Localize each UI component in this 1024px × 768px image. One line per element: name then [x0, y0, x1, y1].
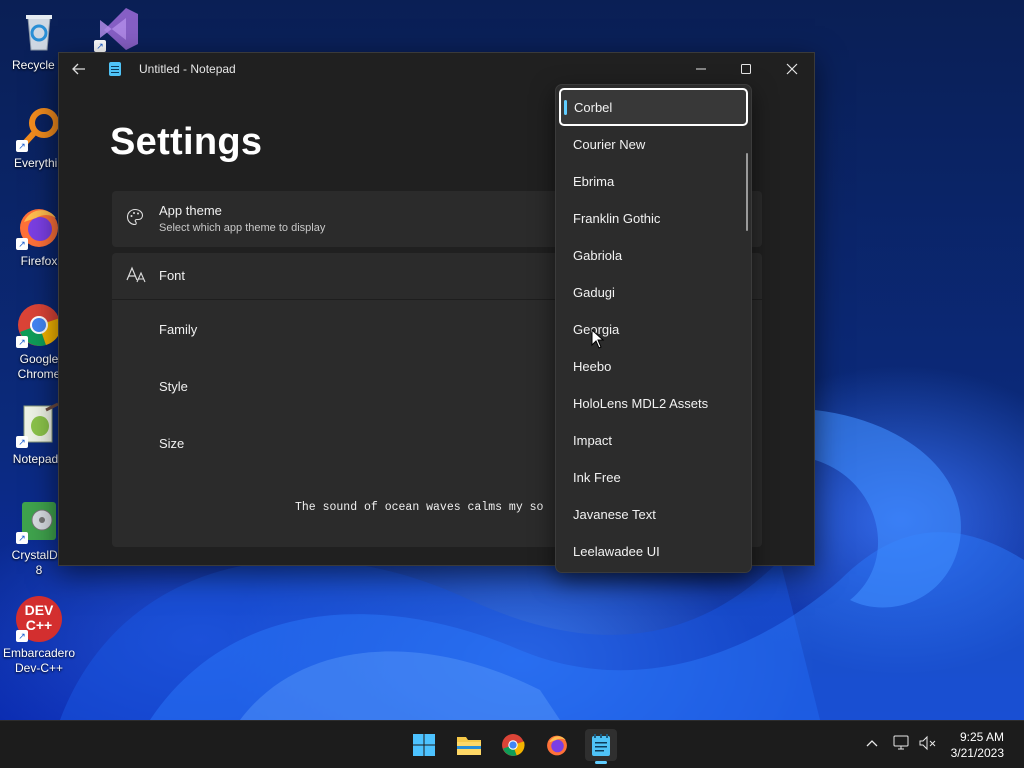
font-option[interactable]: HoloLens MDL2 Assets: [560, 385, 749, 421]
recycle-bin-icon: [16, 8, 62, 54]
desktop-icon-label: Dev-C++: [14, 661, 64, 675]
taskbar-notepad[interactable]: [585, 729, 617, 764]
firefox-icon: [547, 735, 567, 756]
dropdown-scrollbar[interactable]: [746, 153, 748, 231]
taskbar: 9:25 AM 3/21/2023: [0, 720, 1024, 768]
desktop-icon-visual-studio[interactable]: ↗: [78, 6, 156, 56]
font-family-dropdown[interactable]: Corbel Courier New Ebrima Franklin Gothi…: [555, 84, 752, 573]
chrome-icon: ↗: [16, 302, 62, 348]
mouse-cursor-icon: [591, 329, 605, 349]
minimize-button[interactable]: [678, 53, 724, 85]
font-option[interactable]: Gadugi: [560, 274, 749, 310]
font-icon: [126, 266, 146, 286]
tray-overflow-chevron-icon[interactable]: [866, 735, 878, 750]
font-option[interactable]: Ebrima: [560, 163, 749, 199]
volume-muted-icon[interactable]: [919, 735, 937, 751]
settings-heading: Settings: [110, 121, 263, 163]
font-size-label: Size: [159, 436, 185, 451]
back-button[interactable]: [59, 53, 99, 85]
dev-cpp-icon: DEV C++ ↗: [16, 596, 62, 642]
everything-search-icon: ↗: [16, 106, 62, 152]
font-option[interactable]: Leelawadee UI: [560, 533, 749, 569]
font-option[interactable]: Georgia: [560, 311, 749, 347]
app-theme-subtitle: Select which app theme to display: [159, 222, 326, 234]
visual-studio-icon: ↗: [94, 6, 140, 52]
start-icon: [413, 734, 435, 756]
font-option[interactable]: Gabriola: [560, 237, 749, 273]
firefox-icon: ↗: [16, 204, 62, 250]
font-option[interactable]: Corbel: [559, 88, 748, 126]
font-title: Font: [159, 268, 186, 283]
font-family-label: Family: [159, 322, 198, 337]
close-icon: [786, 63, 798, 75]
font-preview-text: The sound of ocean waves calms my so: [295, 501, 544, 514]
font-option[interactable]: Courier New: [560, 126, 749, 162]
taskbar-chrome[interactable]: [497, 729, 529, 761]
app-theme-title: App theme: [159, 203, 222, 218]
taskbar-file-explorer[interactable]: [453, 729, 485, 761]
font-option[interactable]: Impact: [560, 422, 749, 458]
font-option[interactable]: Ink Free: [560, 459, 749, 495]
notepad-app-icon: [109, 62, 121, 76]
maximize-button[interactable]: [723, 53, 769, 85]
font-option[interactable]: Heebo: [560, 348, 749, 384]
notepad-icon: [592, 734, 610, 756]
taskbar-firefox[interactable]: [541, 729, 573, 761]
font-style-label: Style: [159, 379, 188, 394]
maximize-icon: [741, 64, 751, 74]
clock-time[interactable]: 9:25 AM: [960, 730, 1004, 744]
file-explorer-icon: [457, 737, 481, 755]
minimize-icon: [696, 68, 706, 70]
window-title: Untitled - Notepad: [139, 62, 236, 76]
notepad-plus-plus-icon: ↗: [16, 402, 62, 448]
font-option[interactable]: Javanese Text: [560, 496, 749, 532]
title-bar[interactable]: Untitled - Notepad: [59, 53, 814, 85]
desktop-icon-dev-cpp[interactable]: DEV C++ ↗ Embarcadero Dev-C++: [0, 596, 78, 676]
chrome-icon: [502, 734, 525, 756]
clock-date[interactable]: 3/21/2023: [951, 746, 1004, 760]
network-icon[interactable]: [893, 735, 911, 751]
crystaldisk-icon: ↗: [16, 498, 62, 544]
font-option[interactable]: Franklin Gothic: [560, 200, 749, 236]
palette-icon: [126, 208, 146, 228]
back-arrow-icon: [72, 63, 85, 75]
start-button[interactable]: [408, 729, 440, 761]
close-button[interactable]: [769, 53, 814, 85]
desktop-icon-label: Embarcadero: [2, 646, 76, 660]
